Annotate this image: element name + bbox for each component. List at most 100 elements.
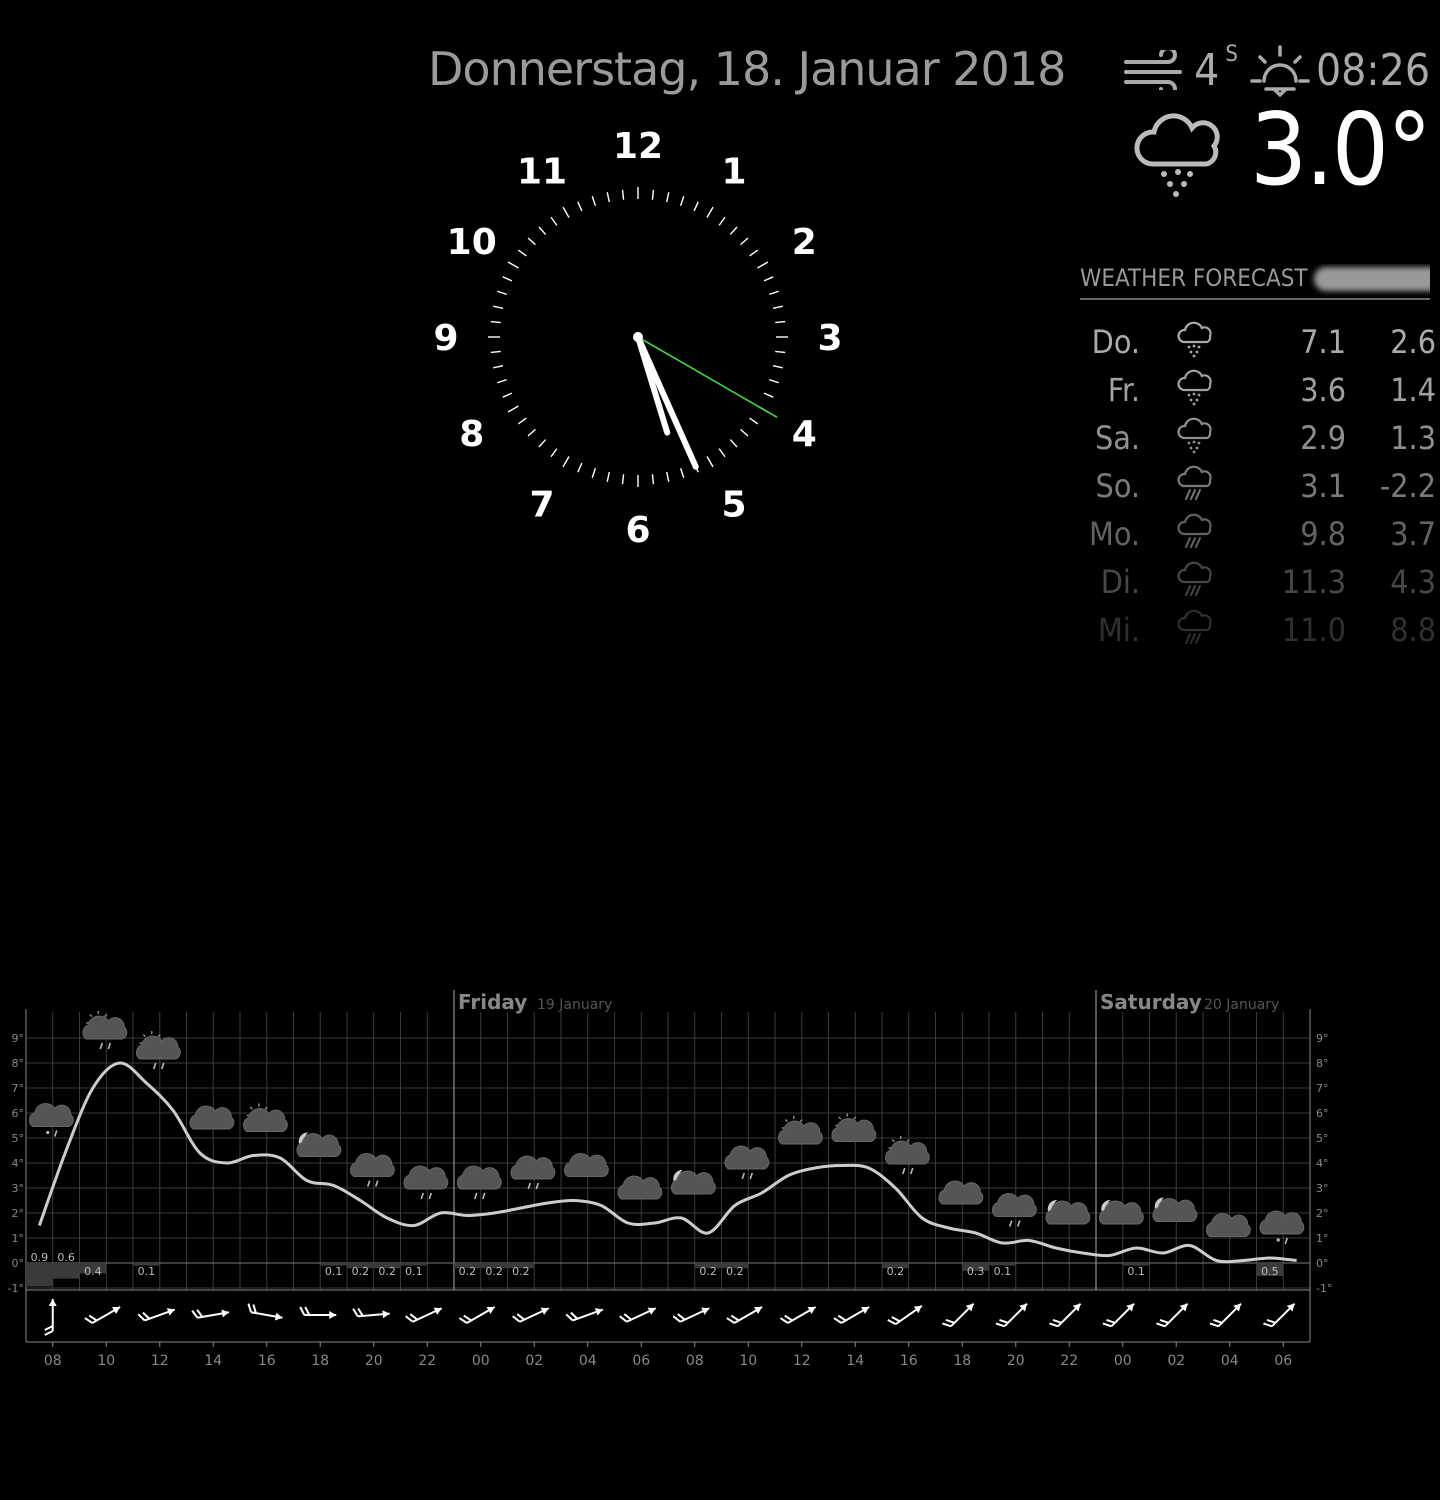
forecast-icon-cell [1140,366,1248,414]
clock-tick [679,196,685,206]
wind-arrow-icon [191,1309,230,1319]
y-tick-label-right: 1° [1316,1232,1329,1245]
clock-tick [538,226,547,235]
forecast-row: Sa. 2.9 1.3 [1080,414,1436,462]
clock-tick [527,237,536,246]
forecast-min-temp: 4.3 [1390,563,1436,601]
forecast-min-temp: 3.7 [1390,515,1436,553]
wind-arrow-icon [1209,1302,1242,1328]
forecast-row: Fr. 3.6 1.4 [1080,366,1436,414]
forecast-min-temp: 1.4 [1390,371,1436,409]
forecast-min-temp: 1.3 [1390,419,1436,457]
clock-tick [538,439,547,448]
sunrise-time: 08:26 [1315,44,1430,96]
y-tick-label-left: 0° [12,1257,25,1270]
sun-cloud-icon [243,1103,288,1132]
date-display: Donnerstag, 18. Januar 2018 [428,42,1066,96]
clock-tick [729,226,738,235]
x-tick-label: 06 [1274,1353,1292,1369]
sleet-cloud-icon [1259,1210,1305,1245]
current-temperature: 3.0° [1250,91,1432,208]
clock-tick [606,471,610,482]
wind-arrow-icon [84,1306,121,1324]
precipitation-label: 0.1 [325,1265,343,1278]
y-tick-label-right: 4° [1316,1157,1329,1170]
forecast-row: Do. 7.1 2.6 [1080,318,1436,366]
clock-tick [497,290,507,296]
x-tick-label: 00 [1114,1353,1132,1369]
cloud-rain-icon [350,1153,395,1187]
wind-arrow-icon [1102,1302,1135,1328]
wind-arrow-icon [833,1306,870,1324]
precipitation-label: 0.3 [967,1265,985,1278]
forecast-day: So. [1095,467,1140,505]
forecast-day: Di. [1100,563,1140,601]
moon-cloud-icon [1099,1199,1144,1225]
cloud-icon [564,1153,609,1177]
y-tick-label-right: -1° [1316,1282,1332,1295]
forecast-icon-cell [1140,558,1248,606]
rain-icon [1177,609,1212,644]
wind-arrow-icon [512,1307,550,1323]
x-tick-label: 20 [365,1353,383,1369]
wind-arrow-icon [137,1308,176,1322]
clock-tick [666,471,670,482]
precipitation-label: 0.5 [1261,1265,1279,1278]
forecast-day: Fr. [1107,371,1140,409]
precipitation-label: 0.1 [1127,1265,1145,1278]
clock-tick [693,201,699,212]
y-tick-label-right: 6° [1316,1107,1329,1120]
wind-arrow-icon [565,1308,604,1322]
x-tick-label: 08 [44,1353,62,1369]
clock-tick [493,365,504,369]
clock-tick [706,206,714,218]
clock-number: 7 [529,484,554,525]
precipitation-label: 0.6 [57,1251,75,1264]
forecast-day: Mi. [1098,611,1140,649]
x-tick-label: 04 [1221,1353,1239,1369]
clock-tick [577,201,583,212]
forecast-header: WEATHER FORECAST [1080,264,1430,300]
cloud-icon [617,1175,663,1200]
rain-icon [1177,465,1212,500]
clock-tick [493,305,504,309]
redacted-location [1313,267,1430,291]
day-label: Friday [458,990,527,1014]
clock-tick [550,216,558,226]
day-label: Saturday [1100,990,1202,1014]
precipitation-label: 0.1 [994,1265,1012,1278]
forecast-row: So. 3.1 -2.2 [1080,462,1436,510]
forecast-max-temp: 9.8 [1300,515,1346,553]
wind-arrow-icon [942,1302,975,1328]
forecast-icon-cell [1140,318,1248,366]
clock-tick [775,320,786,324]
wind-arrow-icon [352,1307,390,1319]
clock-tick [577,462,583,473]
clock-number: 2 [792,222,817,263]
clock-tick [740,428,749,437]
wind-arrow-icon [995,1302,1028,1328]
clock-tick [517,249,527,257]
wind-arrow-icon [1156,1302,1189,1328]
clock-tick [651,474,655,485]
clock-tick [562,206,570,218]
wind-arrow-icon [405,1307,443,1323]
y-tick-label-left: 4° [12,1157,25,1170]
clock-number: 1 [721,152,746,193]
y-tick-label-right: 8° [1316,1057,1329,1070]
sleet-cloud-icon [1134,113,1220,197]
forecast-row: Mo. 9.8 3.7 [1080,510,1436,558]
rain-icon [1177,513,1212,548]
precipitation-bar [26,1263,53,1287]
forecast-row: Di. 11.3 4.3 [1080,558,1436,606]
cloud-rain-icon [992,1193,1037,1227]
cloud-icon [938,1180,984,1205]
clock-number: 5 [721,484,746,525]
snow-icon [1177,369,1212,406]
y-tick-label-right: 3° [1316,1182,1329,1195]
precipitation-label: 0.1 [138,1265,156,1278]
clock-tick [749,417,759,425]
wind-arrow-icon [619,1307,657,1323]
forecast-max-temp: 3.6 [1300,371,1346,409]
clock-tick [729,439,738,448]
